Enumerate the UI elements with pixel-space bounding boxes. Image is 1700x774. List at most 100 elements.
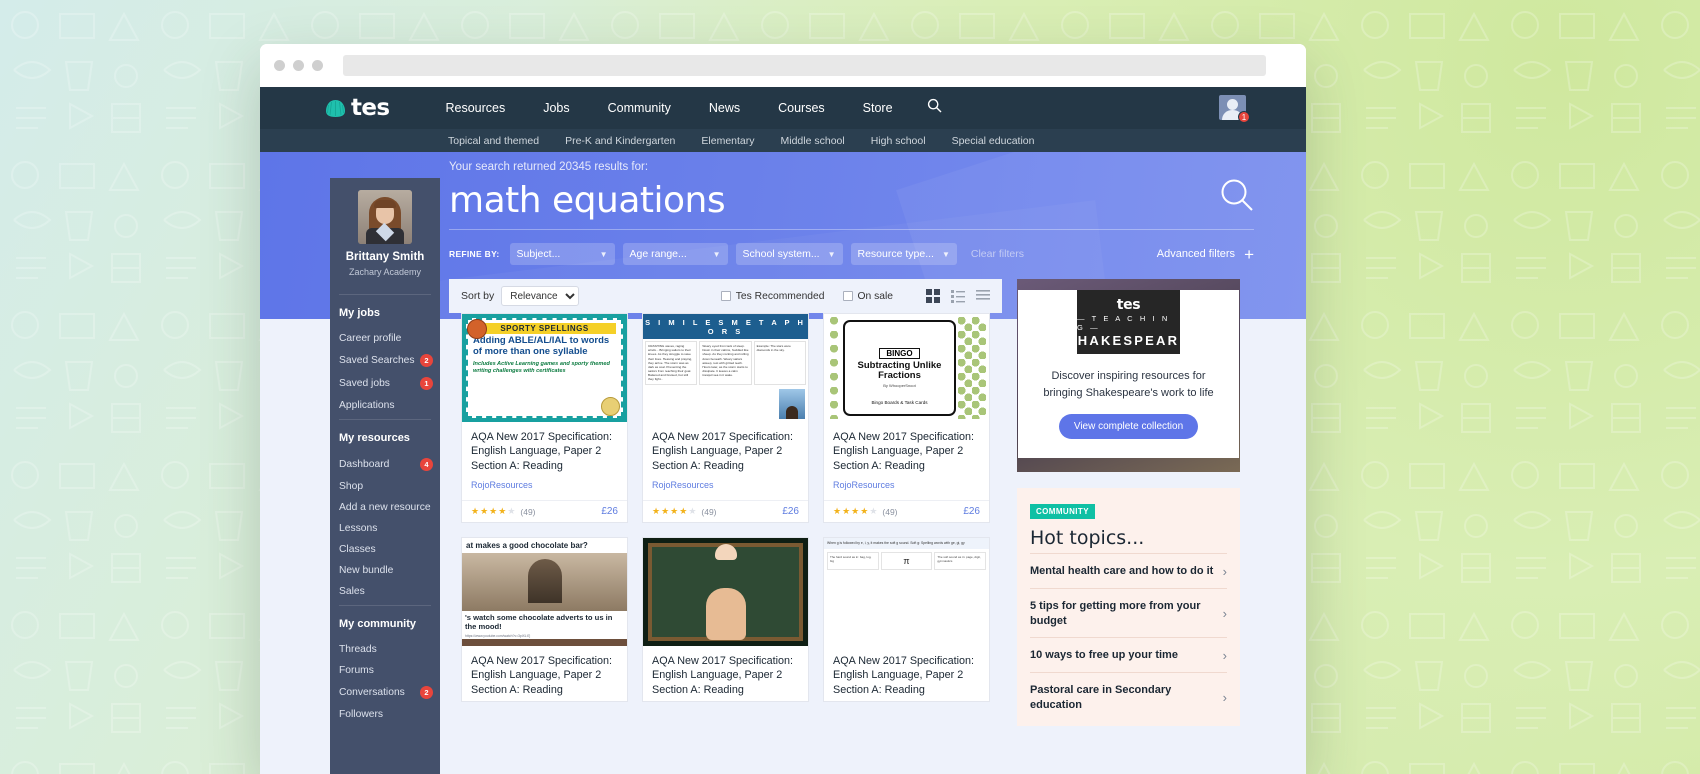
hot-topic-item[interactable]: 5 tips for getting more from your budget… [1030,588,1227,637]
nav-item-jobs[interactable]: Jobs [543,101,569,115]
resource-cards-grid: SPORTY SPELLINGS Adding ABLE/AL/IAL to w… [449,313,1002,703]
star-icon: ★ [670,506,679,517]
sort-select[interactable]: Relevance [501,286,580,306]
thumb-sub: Includes Active Learning games and sport… [473,361,610,375]
checkbox-on-sale[interactable]: On sale [842,291,893,302]
resource-author[interactable]: RojoResources [833,480,980,490]
sidebar-item-label: Add a new resource [339,501,431,513]
subnav-item-elementary[interactable]: Elementary [701,135,754,147]
resource-card[interactable]: AQA New 2017 Specification: English Lang… [642,537,809,703]
hot-topic-item[interactable]: Mental health care and how to do it › [1030,553,1227,588]
thumb-photo [779,389,805,419]
compact-view-icon[interactable] [976,289,990,303]
tes-logo[interactable]: tes [325,95,390,121]
filter-school-system[interactable]: School system... ▼ [735,243,843,265]
clear-filters-link[interactable]: Clear filters [971,248,1024,260]
sidebar-item-followers[interactable]: Followers [330,704,440,725]
advanced-filters-button[interactable]: Advanced filters + [1157,246,1254,263]
chevron-down-icon: ▼ [599,249,608,259]
thumb-url: https://www.youtube.com/watch?v=3piXLt7j [462,633,627,640]
sidebar-item-conversations[interactable]: Conversations 2 [330,681,440,704]
checkbox-box [842,291,853,301]
window-controls[interactable] [274,60,323,71]
resource-title[interactable]: AQA New 2017 Specification: English Lang… [471,430,618,473]
star-icon: ★ [860,506,869,517]
nav-item-news[interactable]: News [709,101,740,115]
subnav-item-prek[interactable]: Pre-K and Kindergarten [565,135,675,147]
grid-view-icon[interactable] [926,289,940,303]
sidebar-item-applications[interactable]: Applications [330,395,440,416]
resource-card[interactable]: SPORTY SPELLINGS Adding ABLE/AL/IAL to w… [461,313,628,524]
sidebar-item-new-bundle[interactable]: New bundle [330,560,440,581]
resource-title[interactable]: AQA New 2017 Specification: English Lang… [652,430,799,473]
resource-title[interactable]: AQA New 2017 Specification: English Lang… [833,430,980,473]
window-maximize-dot[interactable] [312,60,323,71]
search-submit-icon[interactable] [1220,178,1254,217]
filter-age-range[interactable]: Age range... ▼ [622,243,728,265]
resource-author[interactable]: RojoResources [652,480,799,490]
resource-thumbnail: SPORTY SPELLINGS Adding ABLE/AL/IAL to w… [462,314,627,422]
resource-card[interactable]: S I M I L E S M E T A P H O R S CRASHING… [642,313,809,524]
shakespeare-logo: tes — T E A C H I N G — SHAKESPEARE [1067,290,1188,354]
sidebar-item-career-profile[interactable]: Career profile [330,328,440,349]
sidebar-item-lessons[interactable]: Lessons [330,518,440,539]
resource-title[interactable]: AQA New 2017 Specification: English Lang… [833,654,980,697]
promo-banner[interactable]: tes — T E A C H I N G — SHAKESPEARE Disc… [1017,279,1240,472]
sidebar-item-saved-jobs[interactable]: Saved jobs 1 [330,372,440,395]
subnav-item-middle[interactable]: Middle school [781,135,845,147]
search-header: Your search returned 20345 results for: … [449,161,1254,265]
chevron-down-icon: ▼ [941,249,950,259]
sidebar-item-sales[interactable]: Sales [330,581,440,602]
nav-item-community[interactable]: Community [608,101,671,115]
resource-card[interactable]: BINGO Subtracting Unlike Fractions By Wh… [823,313,990,524]
user-profile-photo[interactable] [358,190,412,244]
sidebar-item-saved-searches[interactable]: Saved Searches 2 [330,349,440,372]
resource-title[interactable]: AQA New 2017 Specification: English Lang… [652,654,799,697]
sidebar-item-classes[interactable]: Classes [330,539,440,560]
sidebar-item-label: Applications [339,399,395,411]
window-minimize-dot[interactable] [293,60,304,71]
hot-topic-item[interactable]: 10 ways to free up your time › [1030,637,1227,672]
nav-item-courses[interactable]: Courses [778,101,825,115]
search-icon[interactable] [927,98,942,118]
promo-body: Discover inspiring resources for bringin… [1043,370,1214,399]
star-icon-empty: ★ [869,506,878,517]
list-view-icon[interactable] [951,289,965,303]
basketball-icon [467,319,487,339]
view-collection-button[interactable]: View complete collection [1058,414,1199,439]
hot-topics-panel: COMMUNITY Hot topics... Mental health ca… [1017,488,1240,726]
sidebar-item-dashboard[interactable]: Dashboard 4 [330,453,440,476]
resource-card[interactable]: at makes a good chocolate bar? 's watch … [461,537,628,703]
sort-by-label: Sort by [461,290,495,302]
sidebar-item-forums[interactable]: Forums [330,660,440,681]
page-body: Brittany Smith Zachary Academy My jobs C… [260,152,1306,774]
resource-card[interactable]: When g is followed by e, i, y, it makes … [823,537,990,703]
nav-item-resources[interactable]: Resources [445,101,505,115]
advanced-filters-label: Advanced filters [1156,248,1236,260]
user-avatar-button[interactable]: 1 [1219,95,1250,123]
browser-window: tes Resources Jobs Community News Course… [260,44,1306,774]
resource-title[interactable]: AQA New 2017 Specification: English Lang… [471,654,618,697]
filter-subject[interactable]: Subject... ▼ [509,243,615,265]
subnav-item-special[interactable]: Special education [952,135,1035,147]
sidebar-item-add-resource[interactable]: Add a new resource [330,497,440,518]
subnav-item-topical[interactable]: Topical and themed [448,135,539,147]
browser-url-bar[interactable] [343,55,1266,76]
sidebar-item-shop[interactable]: Shop [330,476,440,497]
sidebar-item-threads[interactable]: Threads [330,639,440,660]
thumb-top-text: When g is followed by e, i, y, it makes … [824,538,989,549]
window-close-dot[interactable] [274,60,285,71]
star-icon: ★ [480,506,489,517]
hot-topic-item[interactable]: Pastoral care in Secondary education › [1030,672,1227,721]
sidebar-user-school: Zachary Academy [348,266,422,277]
rating-count: (49) [701,506,717,517]
resource-author[interactable]: RojoResources [471,480,618,490]
nav-item-store[interactable]: Store [863,101,893,115]
search-input[interactable] [449,180,1149,221]
subnav-item-high[interactable]: High school [871,135,926,147]
filter-resource-type[interactable]: Resource type... ▼ [850,243,957,265]
checkbox-tes-recommended[interactable]: Tes Recommended [720,291,825,302]
rating-stars: ★ ★ ★ ★ ★ (49) [471,506,536,517]
site-top-navigation: tes Resources Jobs Community News Course… [260,87,1306,129]
resource-thumbnail: BINGO Subtracting Unlike Fractions By Wh… [824,314,989,422]
